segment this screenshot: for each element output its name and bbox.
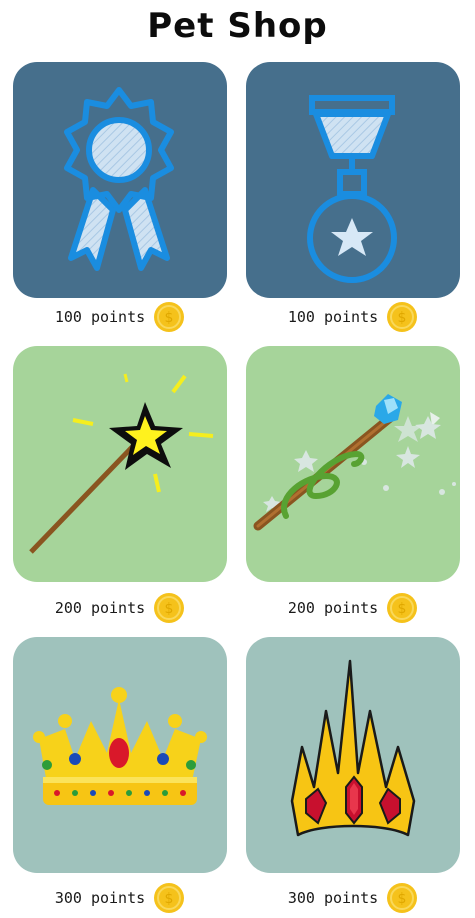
svg-text:$: $ — [165, 310, 174, 326]
price-magic-wand[interactable]: 200 points $ — [13, 590, 227, 626]
magic-wand-icon — [29, 373, 214, 554]
price-label: 100 points — [287, 308, 379, 326]
coin-icon: $ — [387, 593, 418, 623]
shop-item-magic-wand[interactable] — [13, 346, 227, 582]
coin-icon: $ — [154, 593, 185, 623]
svg-text:$: $ — [165, 891, 174, 907]
shop-item-jeweled-crown[interactable] — [13, 637, 227, 873]
svg-text:$: $ — [398, 601, 407, 617]
price-label: 300 points — [54, 889, 146, 907]
coin-icon: $ — [387, 883, 418, 913]
price-label: 100 points — [54, 308, 146, 326]
price-snake-staff[interactable]: 200 points $ — [246, 590, 460, 626]
svg-text:$: $ — [398, 310, 407, 326]
price-label: 300 points — [287, 889, 379, 907]
price-jeweled-crown[interactable]: 300 points $ — [13, 880, 227, 916]
price-label: 200 points — [54, 599, 146, 617]
shop-item-spiked-crown[interactable] — [246, 637, 460, 873]
svg-text:$: $ — [398, 891, 407, 907]
star-medal-icon — [307, 95, 397, 283]
price-award-ribbon[interactable]: 100 points $ — [13, 299, 227, 335]
spiked-crown-icon — [290, 659, 416, 837]
jeweled-crown-icon — [33, 687, 207, 805]
page-title: Pet Shop — [147, 6, 328, 46]
price-star-medal[interactable]: 100 points $ — [246, 299, 460, 335]
svg-text:$: $ — [165, 601, 174, 617]
coin-icon: $ — [154, 302, 185, 332]
snake-staff-icon — [253, 394, 456, 531]
price-label: 200 points — [287, 599, 379, 617]
coin-icon: $ — [154, 883, 185, 913]
coin-icon: $ — [387, 302, 418, 332]
price-spiked-crown[interactable]: 300 points $ — [246, 880, 460, 916]
shop-item-snake-staff[interactable] — [246, 346, 460, 582]
award-ribbon-icon — [64, 87, 174, 271]
shop-item-star-medal[interactable] — [246, 62, 460, 298]
shop-item-award-ribbon[interactable] — [13, 62, 227, 298]
